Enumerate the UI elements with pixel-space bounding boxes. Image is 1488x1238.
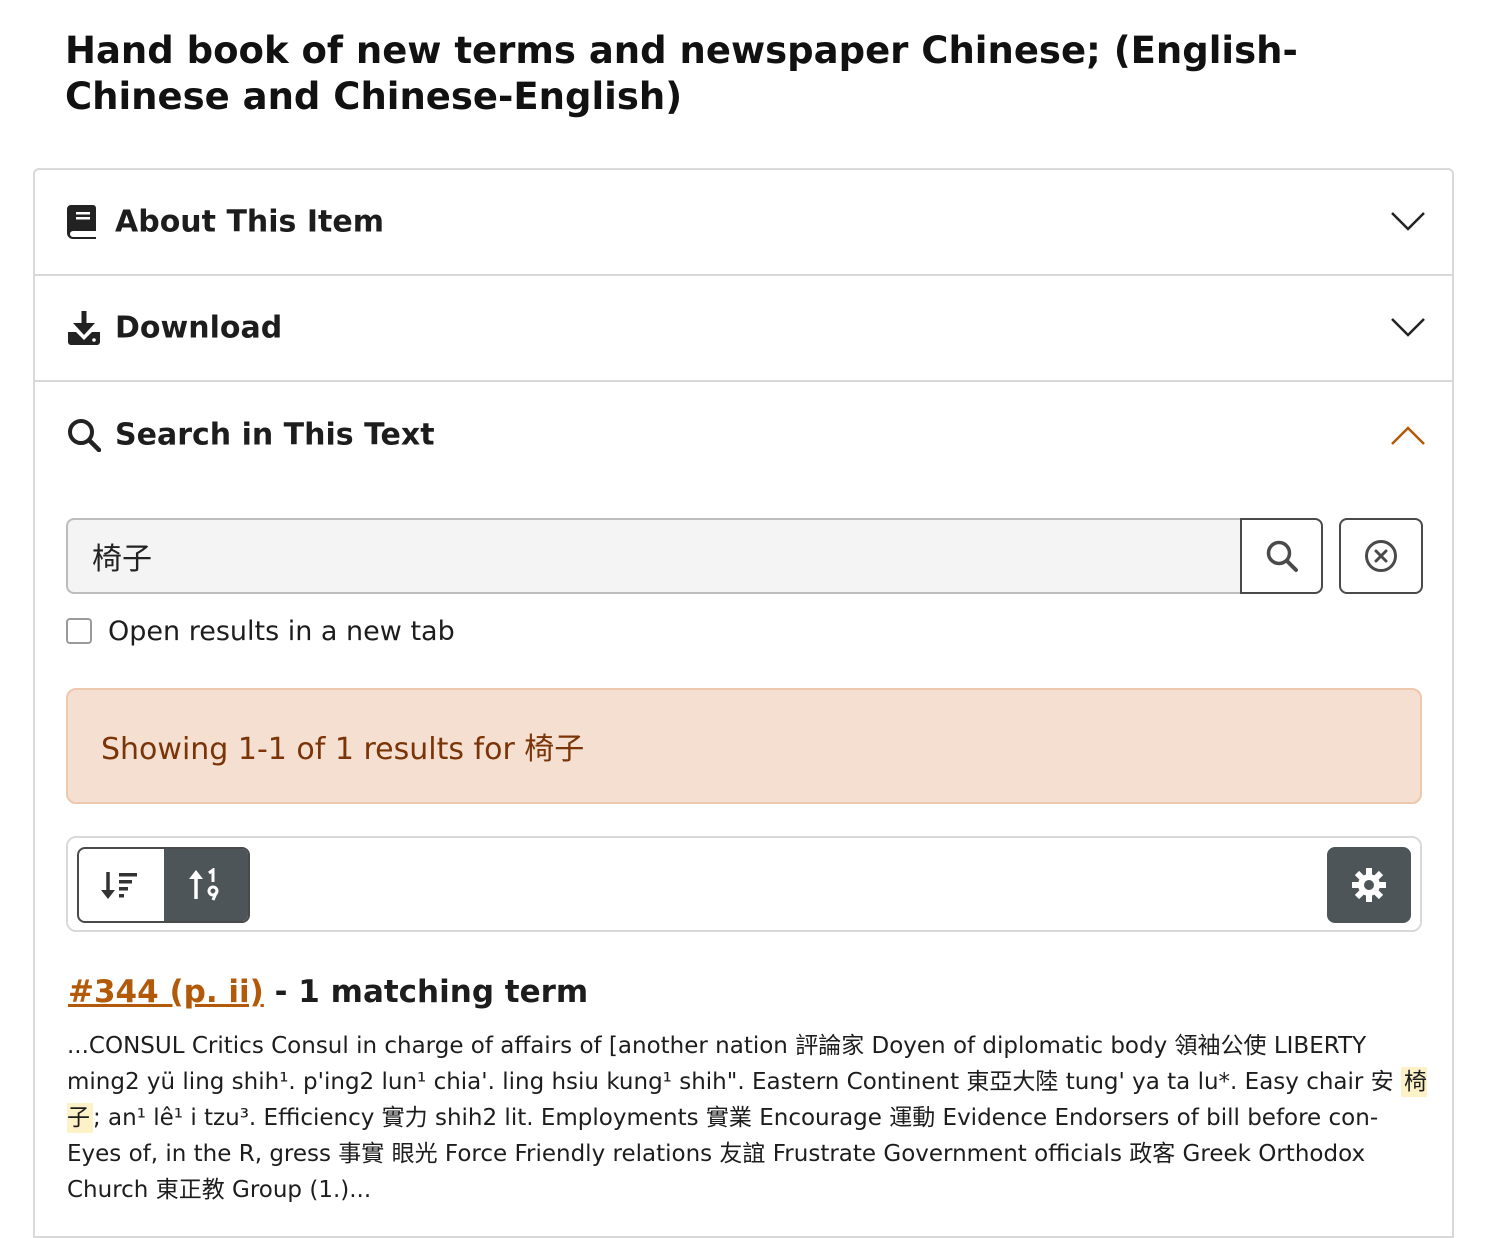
gear-icon xyxy=(1351,867,1387,903)
clear-circle-icon xyxy=(1364,539,1398,573)
results-summary-text: Showing 1-1 of 1 results for 椅子 xyxy=(101,732,585,767)
results-toolbar xyxy=(66,836,1422,932)
download-section-header[interactable]: Download xyxy=(35,276,1452,382)
sort-ascending-numeric-icon xyxy=(188,868,224,902)
download-icon xyxy=(67,311,101,345)
snippet-text-after: ; an¹ lê¹ i tzu³. Efficiency 實力 shih2 li… xyxy=(67,1105,1379,1203)
sort-ascending-numeric-button[interactable] xyxy=(163,849,248,921)
page-title: Hand book of new terms and newspaper Chi… xyxy=(65,29,1298,118)
result-snippet: ...CONSUL Critics Consul in charge of af… xyxy=(67,1028,1427,1208)
search-submit-button[interactable] xyxy=(1240,518,1323,594)
clear-search-button[interactable] xyxy=(1339,518,1423,594)
search-input[interactable] xyxy=(66,518,1242,594)
item-accordion: About This Item Download Search in This … xyxy=(33,168,1454,1238)
sort-descending-button[interactable] xyxy=(79,849,164,921)
chevron-down-icon xyxy=(1390,317,1426,339)
chevron-down-icon xyxy=(1390,211,1426,233)
open-new-tab-option: Open results in a new tab xyxy=(66,616,455,647)
result-page-link[interactable]: #344 (p. ii) xyxy=(68,974,264,1010)
search-form xyxy=(66,518,1426,594)
open-new-tab-label[interactable]: Open results in a new tab xyxy=(108,616,455,647)
about-section-label: About This Item xyxy=(115,204,384,240)
about-section-header[interactable]: About This Item xyxy=(35,170,1452,276)
search-section-header[interactable]: Search in This Text xyxy=(35,382,1452,488)
chevron-up-icon xyxy=(1390,424,1426,446)
sort-button-group xyxy=(77,847,250,923)
book-icon xyxy=(67,205,97,239)
sort-descending-icon xyxy=(101,869,141,901)
snippet-text-before: ...CONSUL Critics Consul in charge of af… xyxy=(67,1033,1401,1095)
results-summary-banner: Showing 1-1 of 1 results for 椅子 xyxy=(66,688,1422,804)
search-icon xyxy=(1265,539,1299,573)
search-section-label: Search in This Text xyxy=(115,417,435,453)
download-section-label: Download xyxy=(115,310,283,346)
settings-button[interactable] xyxy=(1327,847,1411,923)
search-icon xyxy=(67,418,101,452)
open-new-tab-checkbox[interactable] xyxy=(66,618,92,644)
result-match-count: - 1 matching term xyxy=(263,974,589,1010)
result-heading: #344 (p. ii) - 1 matching term xyxy=(68,974,588,1010)
